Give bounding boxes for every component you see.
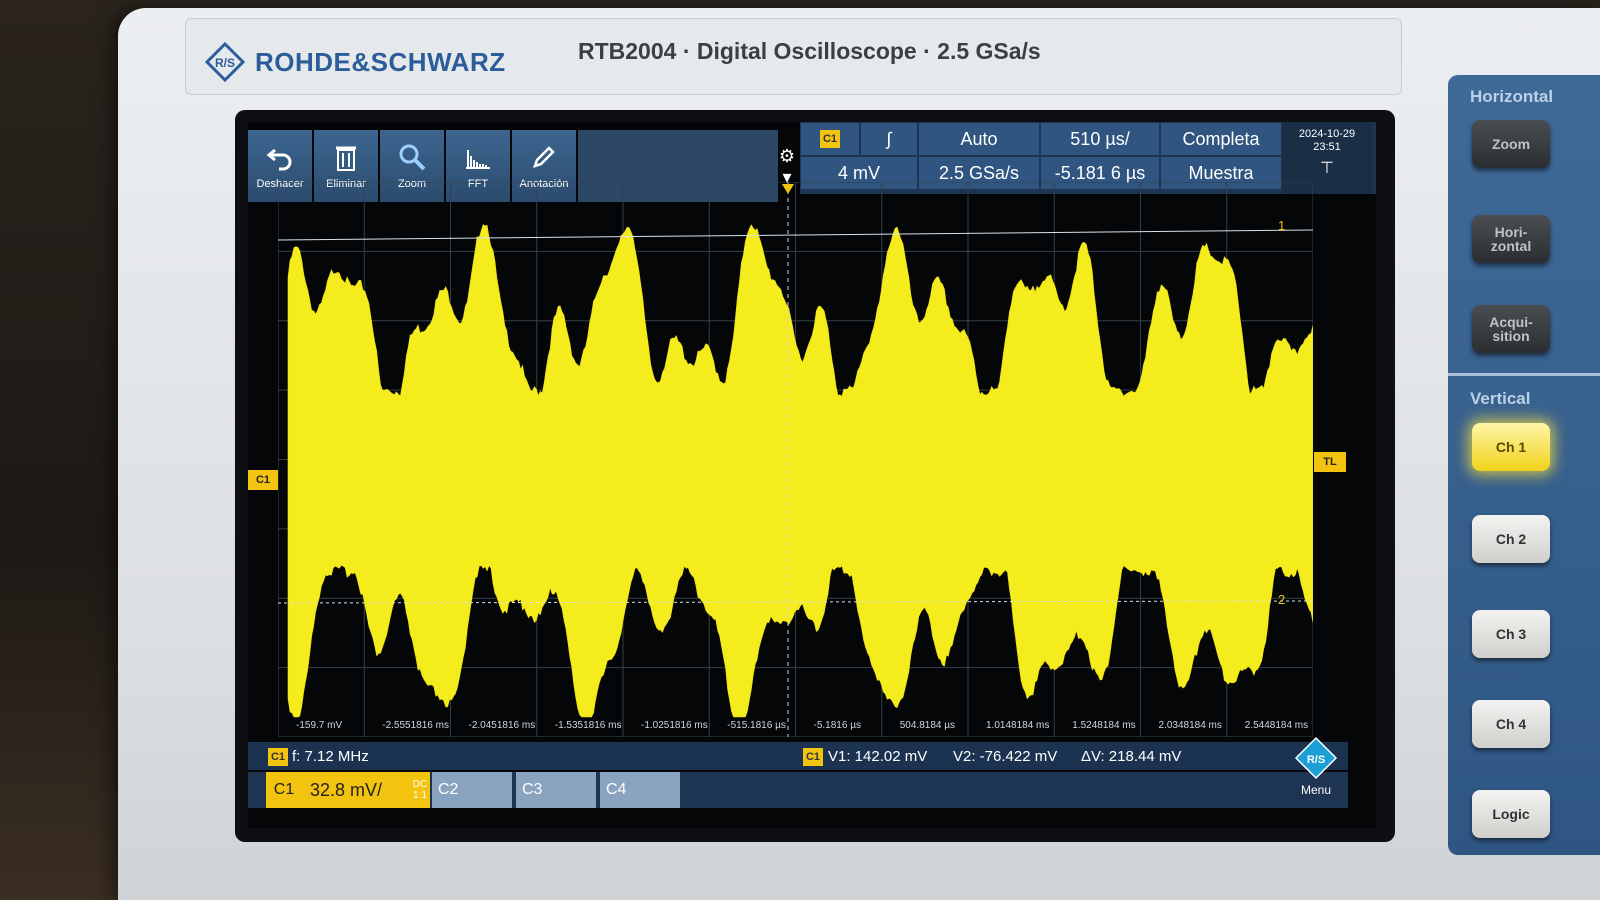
date-text: 2024-10-29 xyxy=(1298,128,1356,140)
trigger-source-cell[interactable]: C1 xyxy=(800,122,860,156)
ch3-hw-button[interactable]: Ch 3 xyxy=(1472,610,1550,658)
brand: R/S ROHDE&SCHWARZ xyxy=(205,42,506,82)
frequency-readout: f: 7.12 MHz xyxy=(292,748,369,765)
horizontal-hw-button[interactable]: Hori- zontal xyxy=(1472,215,1550,263)
timebase-cell[interactable]: 510 µs/ xyxy=(1040,122,1160,156)
trigger-slope: ∫ xyxy=(886,128,892,149)
svg-text:R/S: R/S xyxy=(215,56,235,70)
trigger-level-marker[interactable]: TL xyxy=(1314,452,1346,472)
ch4-tab[interactable]: C4 xyxy=(600,772,680,808)
horizontal-section-title: Horizontal xyxy=(1470,87,1554,106)
trash-icon xyxy=(336,146,356,171)
x-tick-label: -1.5351816 ms xyxy=(554,720,622,731)
x-tick-label: 504.8184 µs xyxy=(899,720,955,731)
rs-logo-icon: R/S xyxy=(205,42,245,82)
x-tick-label: -2.0451816 ms xyxy=(468,720,536,731)
brand-name: ROHDE&SCHWARZ xyxy=(255,46,506,77)
x-tick-label: 2.5448184 ms xyxy=(1244,720,1309,731)
acq-mode: Completa xyxy=(1182,128,1260,149)
cursor-2-label: 2 xyxy=(1278,592,1286,607)
channel-bar: C1 32.8 mV/ DC 1:1 C2 C3 C4 xyxy=(248,772,1348,808)
waveform-plot[interactable] xyxy=(278,182,1313,737)
ch1-offset-marker[interactable]: C1 xyxy=(248,470,278,490)
x-tick-label: 1.0148184 ms xyxy=(986,720,1050,731)
time-axis-labels: -159.7 mV -2.5551816 ms -2.0451816 ms -1.53… xyxy=(278,720,1313,740)
network-icon: ⊤ xyxy=(1320,160,1334,177)
rs-menu-icon: R/S xyxy=(1294,736,1338,780)
x-tick-label: 1.5248184 ms xyxy=(1072,720,1136,731)
time-offset: -5.181 6 µs xyxy=(1054,162,1146,183)
zoom-hw-button[interactable]: Zoom xyxy=(1472,120,1550,168)
acq-type: Muestra xyxy=(1188,162,1254,183)
trigger-mode: Auto xyxy=(960,128,998,149)
freq-channel-badge: C1 xyxy=(268,748,288,766)
model-title: RTB2004 · Digital Oscilloscope · 2.5 GSa… xyxy=(578,38,1041,64)
time-text: 23:51 xyxy=(1313,141,1341,153)
trigger-level: 4 mV xyxy=(837,162,880,183)
ch4-hw-button[interactable]: Ch 4 xyxy=(1472,700,1550,748)
acq-mode-cell[interactable]: Completa xyxy=(1160,122,1282,156)
oscilloscope-screen: Deshacer Eliminar Zoom FFT Anotación ⚙ ▾ … xyxy=(248,122,1376,828)
menu-button[interactable]: R/S Menu xyxy=(1288,736,1344,812)
x-tick-label: -159.7 mV xyxy=(296,720,343,731)
magnifier-icon xyxy=(399,144,426,171)
v2-readout: V2: -76.422 mV xyxy=(953,748,1058,765)
probe-text: 1:1 xyxy=(413,790,427,801)
acquisition-hw-button[interactable]: Acqui- sition xyxy=(1472,305,1550,353)
time-per-div: 510 µs/ xyxy=(1070,128,1130,149)
x-tick-label: -5.1816 µs xyxy=(813,720,861,731)
v1-readout: V1: 142.02 mV xyxy=(828,748,928,765)
ch2-tab[interactable]: C2 xyxy=(432,772,512,808)
ch1-waveform xyxy=(287,224,1313,718)
ch3-tab[interactable]: C3 xyxy=(516,772,596,808)
trigger-source-badge: C1 xyxy=(820,130,840,148)
cursor-1-label: 1 xyxy=(1278,218,1286,233)
trigger-position-icon[interactable] xyxy=(782,184,794,194)
coupling-text: DC xyxy=(412,779,428,790)
ch1-coupling: DC 1:1 xyxy=(408,772,432,808)
svg-text:R/S: R/S xyxy=(1307,754,1325,766)
delta-v-readout: ΔV: 218.44 mV xyxy=(1081,748,1182,765)
menu-label: Menu xyxy=(1300,783,1332,797)
trigger-slope-cell[interactable]: ∫ xyxy=(860,122,918,156)
x-tick-label: 2.0348184 ms xyxy=(1158,720,1222,731)
control-panel: Horizontal Zoom Hori- zontal Acqui- siti… xyxy=(1448,75,1600,855)
ch1-tab[interactable]: C1 xyxy=(266,772,302,808)
logic-hw-button[interactable]: Logic xyxy=(1472,790,1550,838)
undo-icon xyxy=(266,148,292,171)
pencil-icon xyxy=(533,146,555,168)
cursor-channel-badge: C1 xyxy=(803,748,823,766)
x-tick-label: -2.5551816 ms xyxy=(382,720,449,731)
x-tick-label: -515.1816 µs xyxy=(727,720,786,731)
ch1-hw-button[interactable]: Ch 1 xyxy=(1472,423,1550,471)
measurement-bar: C1 f: 7.12 MHz C1 V1: 142.02 mV V2: -76.… xyxy=(248,742,1348,770)
sample-rate: 2.5 GSa/s xyxy=(938,162,1020,183)
spectrum-icon xyxy=(466,150,490,169)
ch2-hw-button[interactable]: Ch 2 xyxy=(1472,515,1550,563)
trigger-mode-cell[interactable]: Auto xyxy=(918,122,1040,156)
panel-divider xyxy=(1448,373,1600,376)
vertical-section-title: Vertical xyxy=(1470,389,1531,408)
x-tick-label: -1.0251816 ms xyxy=(641,720,708,731)
